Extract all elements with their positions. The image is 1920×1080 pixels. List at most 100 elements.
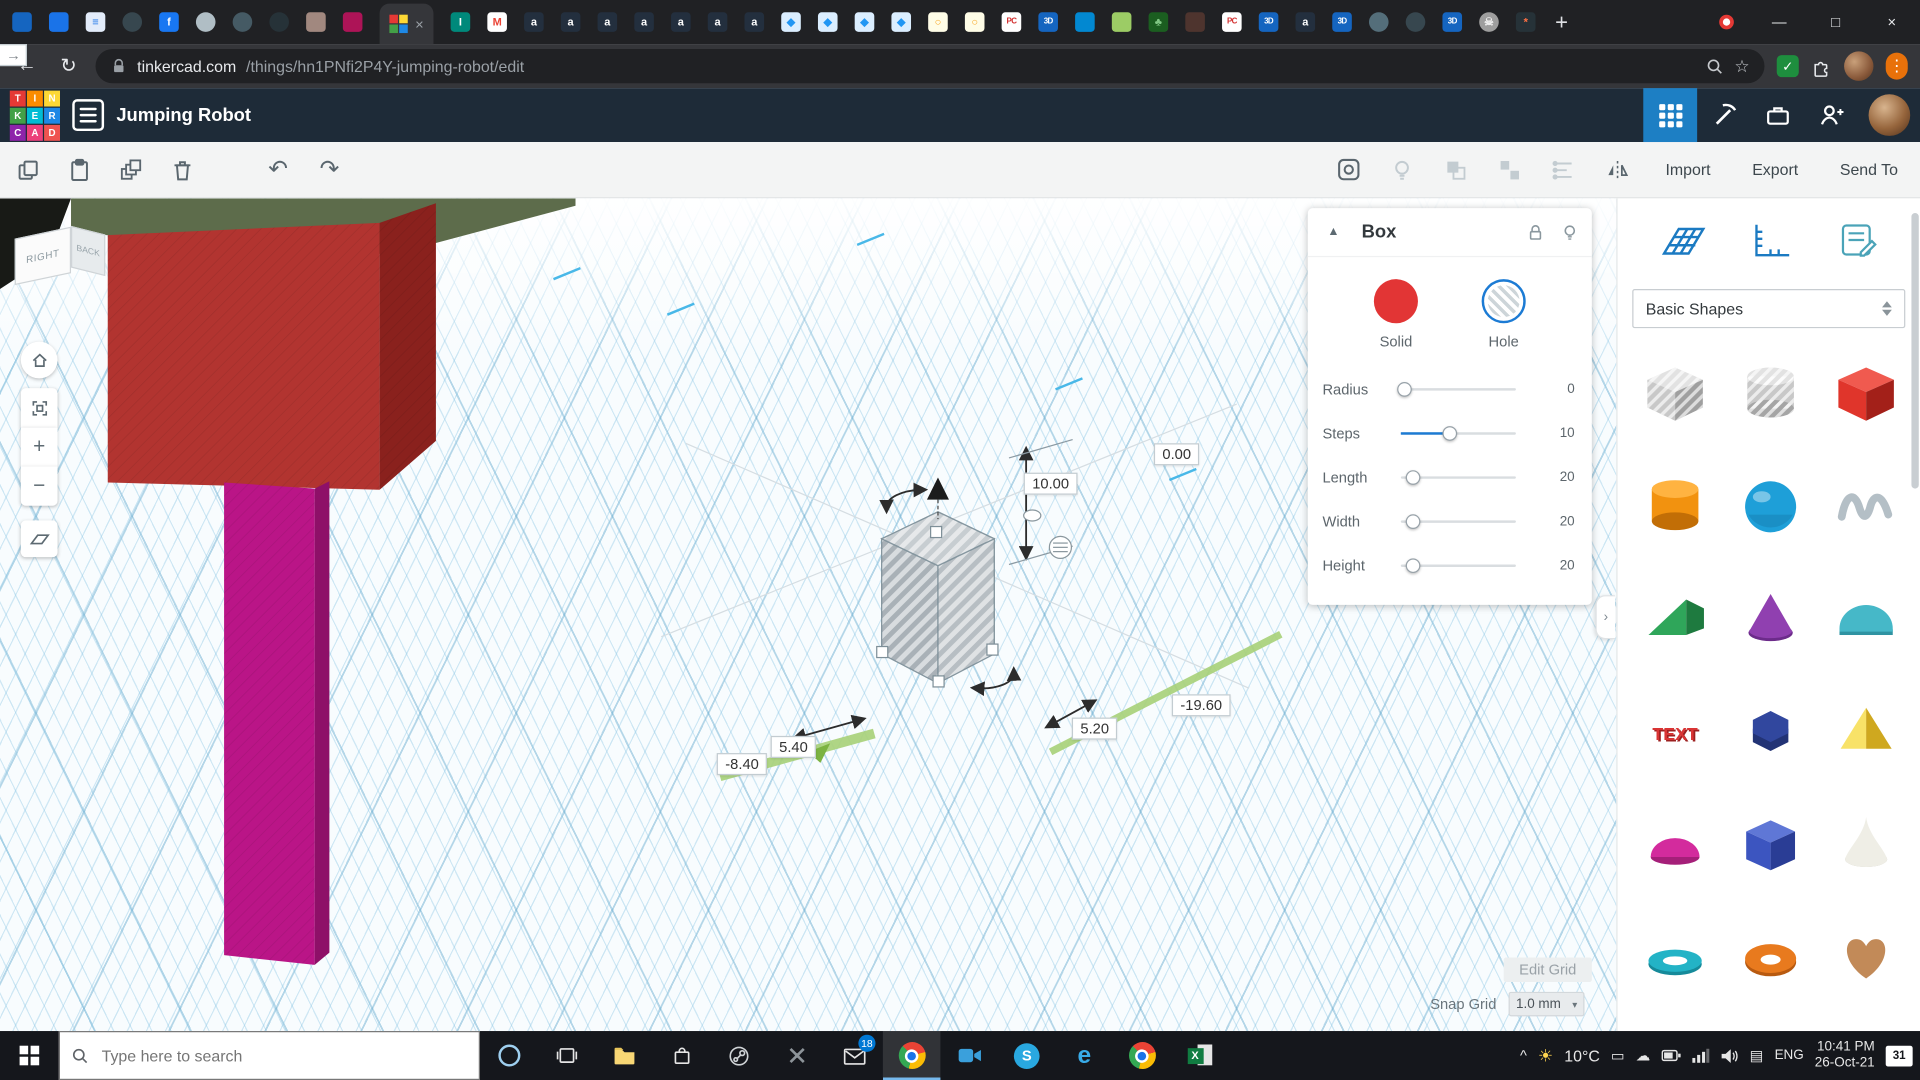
taskbar-clock[interactable]: 10:41 PM 26-Oct-21	[1815, 1039, 1875, 1072]
browser-tab-18[interactable]: a	[708, 12, 728, 32]
3d-viewport[interactable]: RIGHT BACK + − 10.00 0.00 5.40 -8.40 5.2…	[0, 198, 1616, 1031]
edit-grid-button[interactable]: Edit Grid	[1504, 958, 1592, 982]
ruler-tool-button[interactable]	[1730, 211, 1808, 270]
browser-tab-6[interactable]	[233, 12, 253, 32]
shape-prism[interactable]	[1725, 796, 1816, 892]
slider-track[interactable]	[1401, 476, 1516, 478]
import-button[interactable]: Import	[1658, 156, 1718, 184]
mirror-button[interactable]	[1604, 156, 1631, 183]
drone-app-button[interactable]	[768, 1031, 826, 1080]
recording-indicator-icon[interactable]	[1719, 15, 1734, 30]
slider-knob[interactable]	[1406, 470, 1421, 485]
shape-round-roof[interactable]	[1821, 571, 1912, 667]
browser-menu-icon[interactable]: ⋮	[1886, 53, 1908, 80]
skype-button[interactable]: S	[998, 1031, 1056, 1080]
add-collaborator-button[interactable]	[1805, 88, 1859, 142]
shape-half-sphere[interactable]	[1630, 796, 1721, 892]
chrome-active-button[interactable]	[883, 1031, 941, 1080]
browser-tab-38[interactable]: 3D	[1442, 12, 1462, 32]
browser-tab-21[interactable]: ◆	[818, 12, 838, 32]
browser-tab-17[interactable]: a	[671, 12, 691, 32]
shape-torus[interactable]	[1725, 909, 1816, 1005]
browser-profile-avatar[interactable]	[1844, 51, 1873, 80]
undo-button[interactable]: ↶	[264, 156, 291, 183]
file-explorer-button[interactable]	[595, 1031, 653, 1080]
snap-grid-select[interactable]: 1.0 mm ▾	[1509, 992, 1585, 1016]
slider-knob[interactable]	[1406, 558, 1421, 573]
rotate-handles[interactable]	[887, 490, 1014, 689]
height-dimension-input[interactable]: 10.00	[1024, 473, 1078, 495]
design-title[interactable]: Jumping Robot	[116, 105, 251, 126]
elevation-dimension-input[interactable]: 0.00	[1154, 443, 1200, 465]
tray-expand-icon[interactable]: ^	[1520, 1047, 1527, 1064]
hole-option[interactable]: Hole	[1482, 279, 1526, 350]
home-view-button[interactable]	[21, 342, 58, 379]
shape-box-hole[interactable]	[1630, 345, 1721, 441]
browser-tab-23[interactable]: ◆	[891, 12, 911, 32]
browser-tab-30[interactable]: ♣	[1149, 12, 1169, 32]
delete-button[interactable]	[169, 156, 196, 183]
export-button[interactable]: Export	[1745, 156, 1806, 184]
browser-tab-3[interactable]	[122, 12, 142, 32]
steam-button[interactable]	[710, 1031, 768, 1080]
browser-tab-22[interactable]: ◆	[855, 12, 875, 32]
edge-button[interactable]: e	[1056, 1031, 1114, 1080]
fit-view-button[interactable]	[21, 388, 58, 427]
language-indicator[interactable]: ENG	[1775, 1048, 1804, 1063]
extensions-puzzle-icon[interactable]	[1811, 56, 1832, 77]
user-avatar[interactable]	[1869, 94, 1911, 136]
shape-pyramid[interactable]	[1821, 683, 1912, 779]
copy-button[interactable]	[15, 156, 42, 183]
slider-value[interactable]: 20	[1560, 558, 1575, 573]
duplicate-button[interactable]	[118, 156, 145, 183]
browser-tab-39[interactable]: ☠	[1479, 12, 1499, 32]
hide-selected-button[interactable]	[1389, 156, 1416, 183]
browser-tab-13[interactable]: a	[524, 12, 544, 32]
shape-category-select[interactable]: Basic Shapes	[1632, 289, 1905, 328]
excel-button[interactable]: X	[1171, 1031, 1229, 1080]
browser-tab-5[interactable]	[196, 12, 216, 32]
browser-tab-15[interactable]: a	[598, 12, 618, 32]
cloud-icon[interactable]: ☁	[1636, 1047, 1651, 1064]
slider-knob[interactable]	[1406, 514, 1421, 529]
browser-tab-24[interactable]: ○	[928, 12, 948, 32]
elevation-handle[interactable]	[1024, 510, 1041, 521]
browser-tab-26[interactable]: PC	[1002, 12, 1022, 32]
slider-track[interactable]	[1401, 388, 1516, 390]
shape-paraboloid[interactable]	[1821, 796, 1912, 892]
browser-tab-14[interactable]: a	[561, 12, 581, 32]
scale-handles[interactable]	[877, 527, 998, 687]
ruler-widget-icon[interactable]	[1049, 536, 1071, 558]
start-button[interactable]	[0, 1031, 59, 1080]
robot-model[interactable]	[0, 198, 576, 965]
browser-tab-25[interactable]: ○	[965, 12, 985, 32]
slider-value[interactable]: 20	[1560, 514, 1575, 529]
design-list-icon[interactable]	[72, 99, 104, 131]
build-mode-button[interactable]	[1697, 88, 1751, 142]
browser-tab-0[interactable]	[12, 12, 32, 32]
browser-tab-36[interactable]	[1369, 12, 1389, 32]
browser-tab-16[interactable]: a	[634, 12, 654, 32]
browser-tab-20[interactable]: ◆	[781, 12, 801, 32]
notes-tool-button[interactable]	[1817, 211, 1895, 270]
browser-tab-33[interactable]: 3D	[1259, 12, 1279, 32]
shape-cylinder[interactable]	[1630, 458, 1721, 554]
window-maximize-button[interactable]: □	[1807, 0, 1863, 44]
ungroup-button[interactable]	[1496, 156, 1523, 183]
zoom-out-button[interactable]: −	[21, 467, 58, 506]
browser-tab-11[interactable]: I	[451, 12, 471, 32]
touch-keyboard-icon[interactable]: ▤	[1750, 1047, 1764, 1064]
hide-shape-icon[interactable]	[1560, 222, 1580, 242]
browser-tab-28[interactable]	[1075, 12, 1095, 32]
slider-track[interactable]	[1401, 432, 1516, 434]
shape-box[interactable]	[1821, 345, 1912, 441]
shape-sphere[interactable]	[1725, 458, 1816, 554]
slider-knob[interactable]	[1443, 426, 1458, 441]
address-bar[interactable]: tinkercad.com/things/hn1PNfi2P4Y-jumping…	[96, 49, 1765, 83]
group-button[interactable]	[1443, 156, 1470, 183]
selected-box[interactable]	[882, 512, 995, 683]
lock-shape-icon[interactable]	[1526, 222, 1546, 242]
signal-icon[interactable]	[1692, 1048, 1709, 1063]
dashboard-grid-button[interactable]	[1643, 88, 1697, 142]
new-tab-button[interactable]: +	[1548, 0, 1576, 45]
